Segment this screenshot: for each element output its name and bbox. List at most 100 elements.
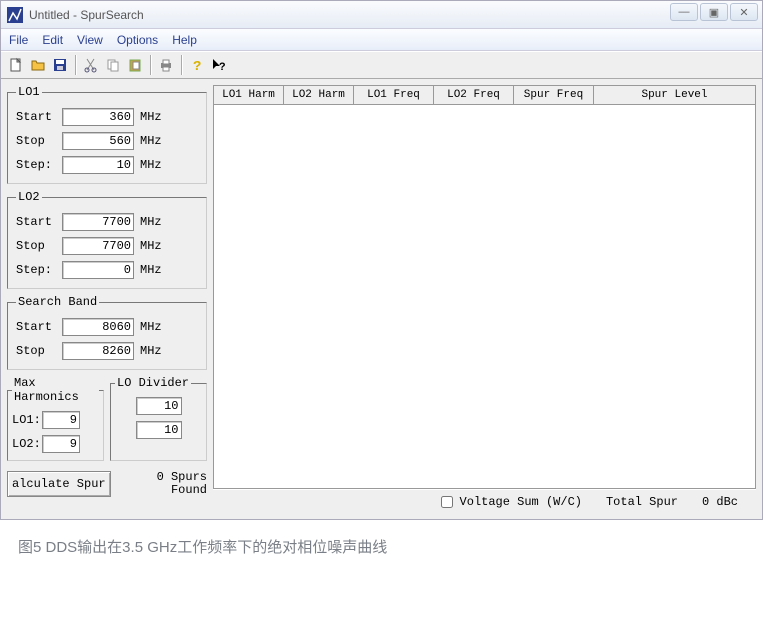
new-file-icon [8,57,24,73]
harmonics-divider-row: Max Harmonics LO1: LO2: LO Divider [7,376,207,461]
save-disk-icon [52,57,68,73]
cut-icon [83,57,99,73]
col-lo2-harm[interactable]: LO2 Harm [283,85,353,105]
lo2-step-input[interactable] [62,261,134,279]
total-spur-value: 0 dBc [702,495,738,509]
client-area: LO1 Start MHz Stop MHz Step: MHz [1,79,762,519]
toolbar-sep [181,55,182,75]
max-harmonics-legend: Max Harmonics [12,376,99,404]
lo2-group: LO2 Start MHz Stop MHz Step: MHz [7,190,207,289]
lo1-start-unit: MHz [140,110,162,124]
save-button[interactable] [49,54,71,76]
lo1-stop-label: Stop [16,134,62,148]
calc-row: alculate Spur 0 Spurs Found [7,471,207,497]
open-folder-icon [30,57,46,73]
sb-stop-input[interactable] [62,342,134,360]
col-lo1-harm[interactable]: LO1 Harm [213,85,283,105]
lo-divider-group: LO Divider [110,376,207,461]
lo1-start-label: Start [16,110,62,124]
total-spur-unit: dBc [716,495,738,509]
mh-lo2-input[interactable] [42,435,80,453]
window-controls: — ▣ ✕ [670,3,758,21]
mh-lo1-label: LO1: [12,413,42,427]
voltage-sum-label: Voltage Sum (W/C) [460,495,582,509]
grid-body[interactable] [213,105,756,489]
sb-start-input[interactable] [62,318,134,336]
lo1-group: LO1 Start MHz Stop MHz Step: MHz [7,85,207,184]
menubar: File Edit View Options Help [1,29,762,51]
paste-button[interactable] [124,54,146,76]
lo2-step-label: Step: [16,263,62,277]
spurs-found-text: 0 Spurs Found [123,471,207,497]
whatsthis-button[interactable]: ? [208,54,230,76]
cut-button[interactable] [80,54,102,76]
sb-start-label: Start [16,320,62,334]
toolbar-sep [75,55,76,75]
maximize-button[interactable]: ▣ [700,3,728,21]
open-button[interactable] [27,54,49,76]
minimize-button[interactable]: — [670,3,698,21]
lo1-step-input[interactable] [62,156,134,174]
lodiv-row1-input[interactable] [136,397,182,415]
lo2-start-input[interactable] [62,213,134,231]
sb-stop-unit: MHz [140,344,162,358]
lo2-start-unit: MHz [140,215,162,229]
col-spur-freq[interactable]: Spur Freq [513,85,593,105]
menu-help[interactable]: Help [172,33,197,47]
calculate-spur-button[interactable]: alculate Spur [7,471,111,497]
statusbar: Voltage Sum (W/C) Total Spur 0 dBc [213,489,756,513]
menu-view[interactable]: View [77,33,103,47]
close-button[interactable]: ✕ [730,3,758,21]
toolbar-sep [150,55,151,75]
lo1-start-input[interactable] [62,108,134,126]
col-lo1-freq[interactable]: LO1 Freq [353,85,433,105]
lo2-stop-unit: MHz [140,239,162,253]
left-panel: LO1 Start MHz Stop MHz Step: MHz [7,85,207,513]
paste-icon [127,57,143,73]
search-band-group: Search Band Start MHz Stop MHz [7,295,207,370]
lodiv-row2-input[interactable] [136,421,182,439]
voltage-sum-checkbox-wrap[interactable]: Voltage Sum (W/C) [437,493,582,511]
mh-lo2-label: LO2: [12,437,42,451]
close-icon: ✕ [739,6,748,19]
help-icon: ? [189,57,205,73]
sb-stop-label: Stop [16,344,62,358]
svg-text:?: ? [193,59,201,73]
svg-text:?: ? [219,62,226,73]
lo1-step-label: Step: [16,158,62,172]
menu-options[interactable]: Options [117,33,158,47]
menu-edit[interactable]: Edit [42,33,63,47]
copy-button[interactable] [102,54,124,76]
search-band-legend: Search Band [16,295,99,309]
copy-icon [105,57,121,73]
right-panel: LO1 Harm LO2 Harm LO1 Freq LO2 Freq Spur… [213,85,756,513]
col-lo2-freq[interactable]: LO2 Freq [433,85,513,105]
lo2-step-unit: MHz [140,263,162,277]
col-spur-level[interactable]: Spur Level [593,85,756,105]
menu-file[interactable]: File [9,33,28,47]
print-icon [158,57,174,73]
sb-start-unit: MHz [140,320,162,334]
whatsthis-icon: ? [211,57,227,73]
mh-lo1-input[interactable] [42,411,80,429]
spurs-found-label: Found [123,484,207,497]
lo-divider-legend: LO Divider [115,376,191,390]
maximize-icon: ▣ [709,6,719,19]
toolbar: ? ? [1,51,762,79]
minimize-icon: — [679,6,690,18]
lo2-stop-input[interactable] [62,237,134,255]
app-icon [7,7,23,23]
titlebar: Untitled - SpurSearch — ▣ ✕ [1,1,762,29]
max-harmonics-group: Max Harmonics LO1: LO2: [7,376,104,461]
help-button[interactable]: ? [186,54,208,76]
lo1-step-unit: MHz [140,158,162,172]
voltage-sum-checkbox[interactable] [441,496,453,508]
window-title: Untitled - SpurSearch [29,8,144,22]
new-button[interactable] [5,54,27,76]
grid-header: LO1 Harm LO2 Harm LO1 Freq LO2 Freq Spur… [213,85,756,105]
app-window: Untitled - SpurSearch — ▣ ✕ File Edit Vi… [0,0,763,520]
lo1-stop-input[interactable] [62,132,134,150]
print-button[interactable] [155,54,177,76]
figure-caption: 图5 DDS输出在3.5 GHz工作频率下的绝对相位噪声曲线 [0,520,763,557]
total-spur-num: 0 [702,495,709,509]
